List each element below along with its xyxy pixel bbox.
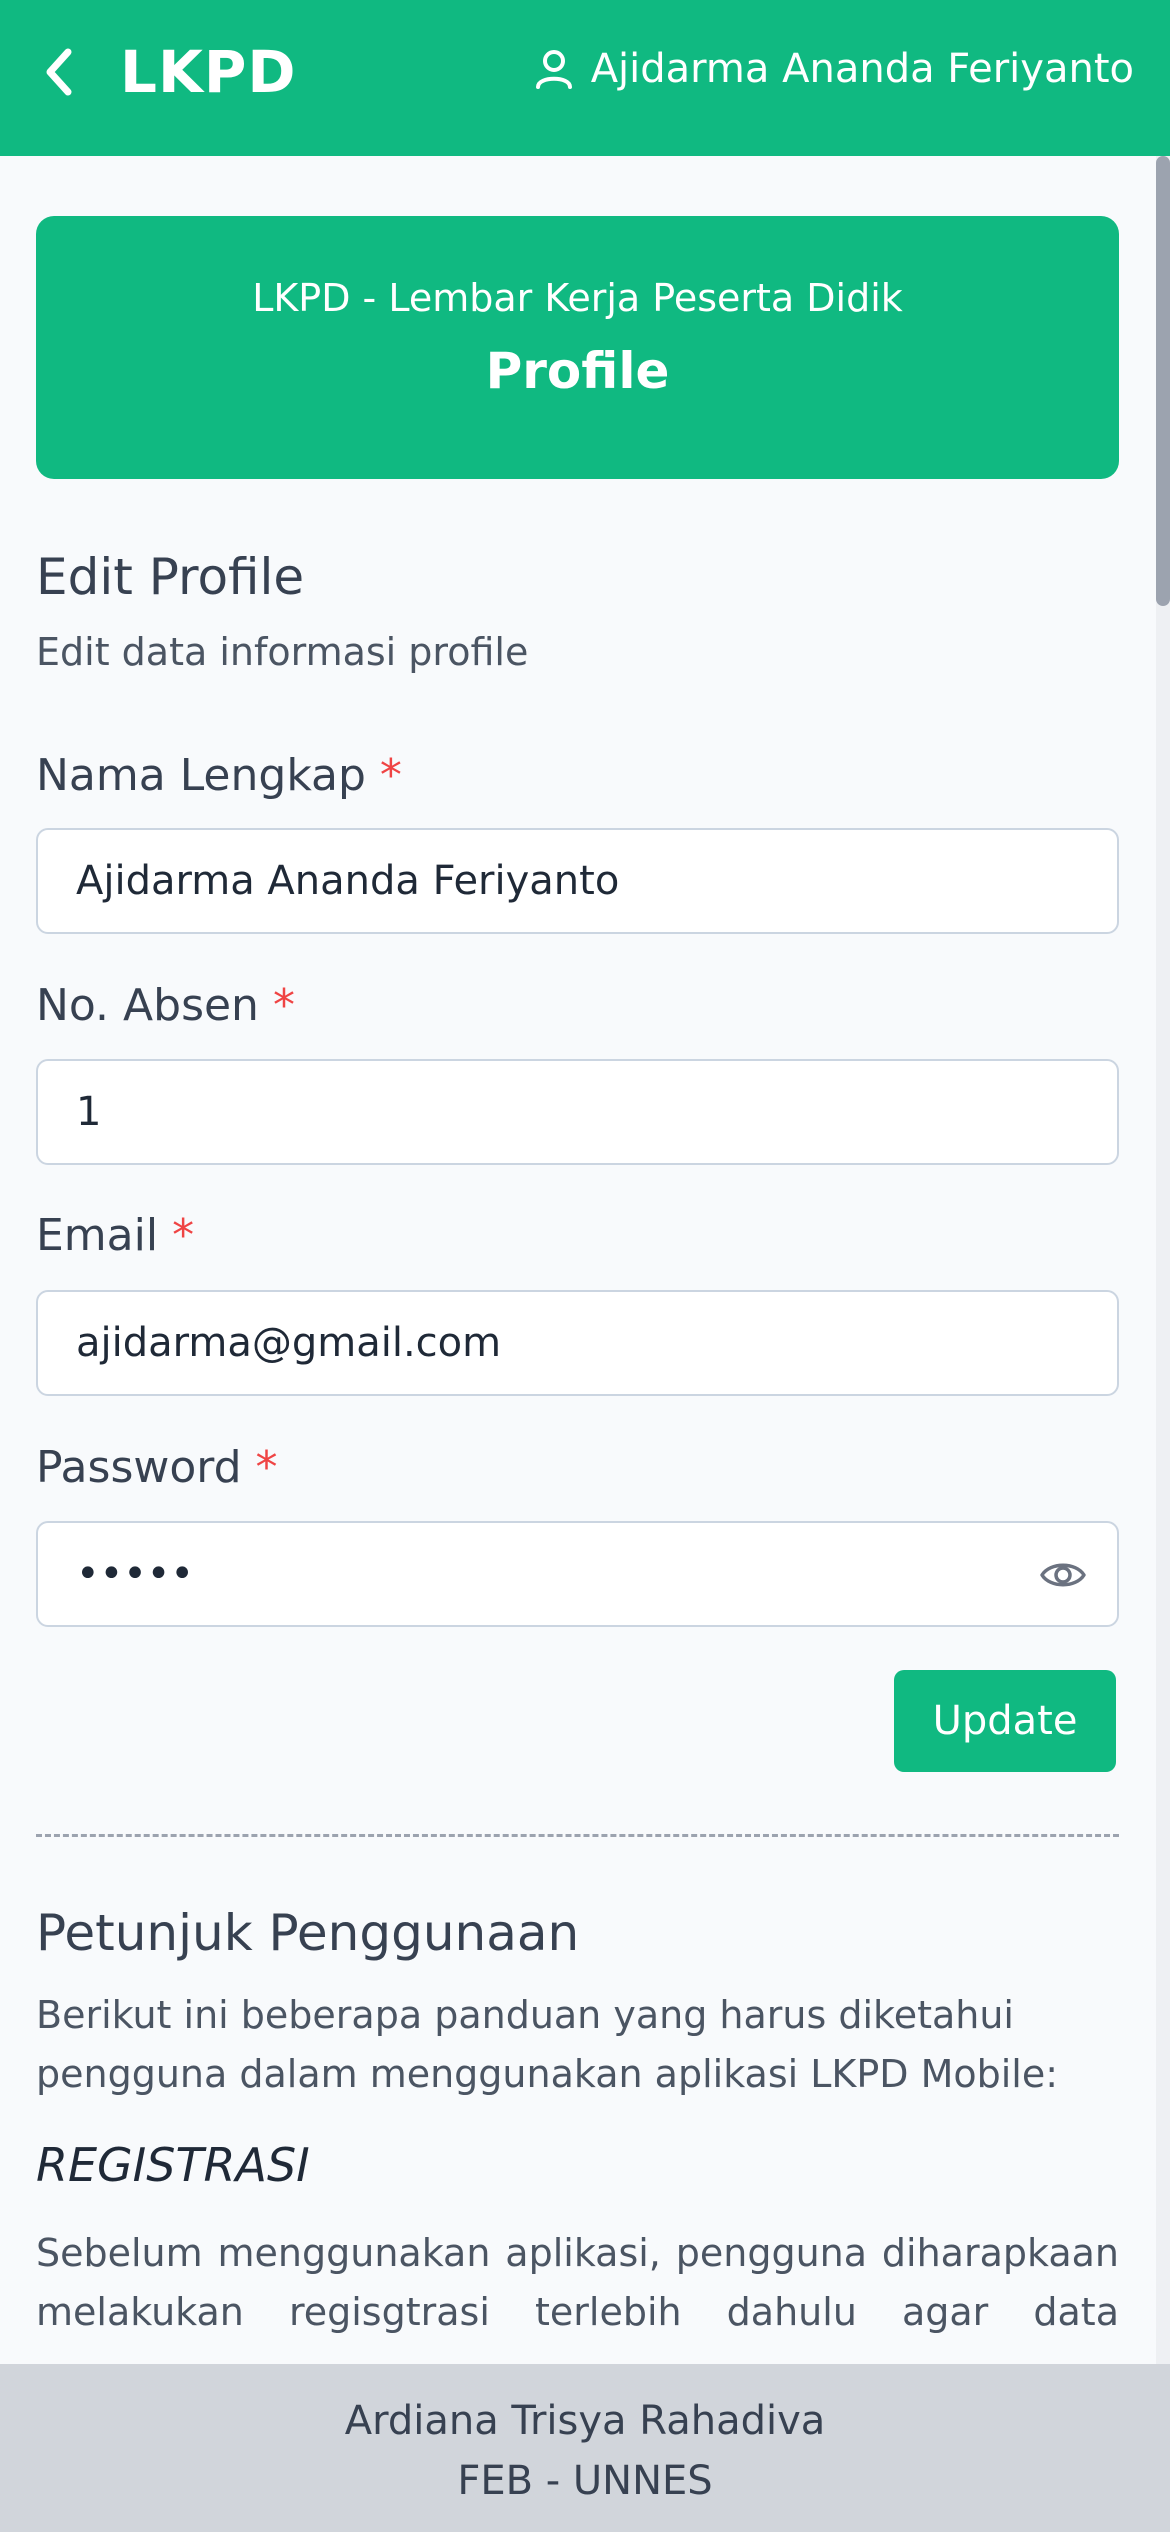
user-name: Ajidarma Ananda Feriyanto (590, 46, 1134, 92)
absen-label: No. Absen * (36, 980, 295, 1031)
edit-profile-heading: Edit Profile (36, 548, 305, 606)
required-marker: * (379, 750, 402, 801)
page-scrollbar[interactable] (1156, 156, 1170, 2364)
required-marker: * (272, 980, 295, 1031)
absen-label-text: No. Absen (36, 980, 259, 1031)
required-marker: * (255, 1442, 278, 1493)
email-input[interactable] (76, 1320, 1079, 1366)
email-label-text: Email (36, 1210, 159, 1261)
app-title: LKPD (120, 38, 297, 106)
banner-title: Profile (485, 342, 670, 400)
email-field[interactable] (36, 1290, 1119, 1396)
password-label-text: Password (36, 1442, 242, 1493)
update-button[interactable]: Update (894, 1670, 1116, 1772)
name-field[interactable] (36, 828, 1119, 934)
banner-subtitle: LKPD - Lembar Kerja Peserta Didik (252, 276, 903, 320)
profile-banner: LKPD - Lembar Kerja Peserta Didik Profil… (36, 216, 1119, 479)
user-menu[interactable]: Ajidarma Ananda Feriyanto (533, 46, 1134, 92)
password-input[interactable] (76, 1551, 976, 1597)
back-button[interactable] (34, 42, 84, 102)
footer: Ardiana Trisya Rahadiva FEB - UNNES (0, 2364, 1170, 2532)
eye-icon (1040, 1563, 1086, 1587)
registration-text-line: Sebelum menggunakan aplikasi, pengguna d… (36, 2231, 1119, 2275)
email-label: Email * (36, 1210, 194, 1261)
registration-text: Sebelum menggunakan aplikasi, pengguna d… (36, 2224, 1119, 2342)
guide-intro: Berikut ini beberapa panduan yang harus … (36, 1986, 1119, 2104)
edit-profile-description: Edit data informasi profile (36, 630, 529, 674)
section-divider (36, 1834, 1119, 1837)
scrollbar-thumb[interactable] (1156, 156, 1170, 606)
name-input[interactable] (76, 858, 1079, 904)
footer-organization: FEB - UNNES (457, 2458, 713, 2504)
registration-text-line: melakukan regisgtrasi terlebih dahulu ag… (36, 2290, 1119, 2334)
guide-heading: Petunjuk Penggunaan (36, 1904, 580, 1962)
guide-intro-line: pengguna dalam menggunakan aplikasi LKPD… (36, 2052, 1059, 2096)
chevron-left-icon (46, 48, 72, 96)
user-icon (535, 50, 572, 89)
name-label: Nama Lengkap * (36, 750, 402, 801)
absen-field[interactable] (36, 1059, 1119, 1165)
footer-author: Ardiana Trisya Rahadiva (344, 2398, 826, 2444)
required-marker: * (172, 1210, 195, 1261)
top-app-bar: LKPD Ajidarma Ananda Feriyanto (0, 0, 1170, 156)
guide-intro-line: Berikut ini beberapa panduan yang harus … (36, 1993, 1014, 2037)
absen-input[interactable] (76, 1089, 1079, 1135)
registration-heading: REGISTRASI (36, 2138, 310, 2192)
password-field[interactable] (36, 1521, 1119, 1627)
password-toggle-button[interactable] (1039, 1553, 1087, 1597)
page-content: LKPD - Lembar Kerja Peserta Didik Profil… (0, 156, 1170, 2364)
password-label: Password * (36, 1442, 278, 1493)
name-label-text: Nama Lengkap (36, 750, 366, 801)
